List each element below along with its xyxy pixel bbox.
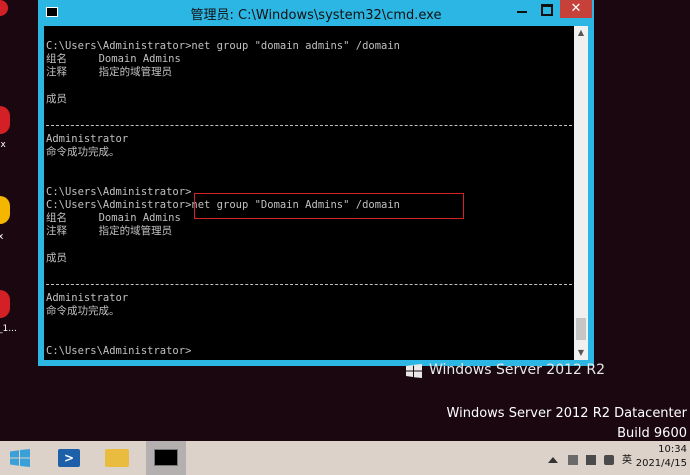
console-line: Administrator [46,292,129,304]
console-line: 组名 Domain Admins [46,53,181,65]
file-explorer-button[interactable] [100,441,134,475]
console-line: 命令成功完成。 [46,146,120,158]
console-line: 命令成功完成。 [46,305,120,317]
start-button[interactable] [8,441,32,475]
start-icon [10,449,30,467]
taskbar: > 英 10:34 2021/4/15 [0,441,690,475]
clock-time: 10:34 [658,444,687,455]
os-edition: Windows Server 2012 R2 Datacenter [446,406,687,421]
scroll-up-arrow-icon[interactable]: ▲ [574,26,588,40]
scroll-down-arrow-icon[interactable]: ▼ [574,346,588,360]
close-icon: ✕ [570,1,582,16]
console-separator [46,284,572,285]
minimize-button[interactable] [510,0,534,18]
os-build: Build 9600 [617,426,687,441]
windows-logo-icon [406,364,422,378]
console-separator [46,125,572,126]
cmd-window[interactable]: 管理员: C:\Windows\system32\cmd.exe ✕ C:\Us… [38,0,594,366]
desktop-icon-4[interactable] [0,290,10,318]
tray-arrow-icon[interactable] [548,457,558,463]
desktop-icon-1[interactable] [0,0,8,16]
desktop-icon-4-label: _1... [0,324,17,334]
desktop-icon-2[interactable] [0,106,10,134]
highlight-box [194,193,464,219]
console-line: 组名 Domain Admins [46,212,181,224]
desktop-icon-3[interactable] [0,196,10,224]
desktop-icon-3-label: x [0,232,4,242]
scroll-thumb[interactable] [576,318,586,340]
maximize-button[interactable] [534,0,558,18]
close-button[interactable]: ✕ [560,0,592,18]
desktop-icon-2-label: ix [0,140,6,150]
cmd-icon [154,449,178,466]
console-line: 成员 [46,252,67,264]
clock-date: 2021/4/15 [635,458,687,469]
console-line: 成员 [46,93,67,105]
console-line: 注释 指定的域管理员 [46,66,173,78]
tray-network-icon[interactable] [586,455,596,465]
powershell-button[interactable]: > [52,441,86,475]
taskbar-clock[interactable]: 10:34 2021/4/15 [636,443,687,471]
console-line: C:\Users\Administrator>net group "domain… [46,40,401,52]
console-scrollbar[interactable]: ▲ ▼ [574,26,588,360]
cmd-taskbar-button[interactable] [146,441,186,475]
tray-flag-icon[interactable] [568,455,578,465]
file-explorer-icon [105,449,129,467]
tray-ime-indicator[interactable]: 英 [622,451,632,466]
console-line: C:\Users\Administrator> [46,345,192,357]
windows-server-logo-text: Windows Server 2012 R2 [429,362,606,378]
console-line: 注释 指定的域管理员 [46,225,173,237]
powershell-icon: > [58,449,80,467]
tray-volume-icon[interactable] [604,455,614,465]
console-line: C:\Users\Administrator> [46,186,192,198]
console-line: Administrator [46,133,129,145]
